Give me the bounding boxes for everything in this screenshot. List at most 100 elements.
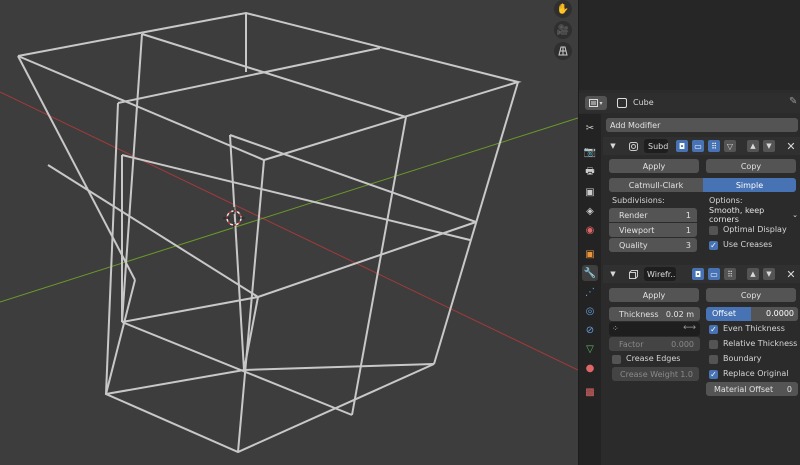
tab-modifiers[interactable]: 🔧 <box>582 265 598 281</box>
tool-icon: ✂ <box>585 122 595 134</box>
uv-smooth-value: Smooth, keep corners <box>709 206 765 224</box>
tab-object[interactable]: ▣ <box>582 246 598 262</box>
replace-original-label: Replace Original <box>723 369 789 378</box>
x-axis-line <box>0 91 578 371</box>
crease-weight-field: Crease Weight 1.0 <box>612 367 699 381</box>
subsurf-copy-button[interactable]: Copy <box>706 159 796 173</box>
uv-smooth-dropdown[interactable]: Smooth, keep corners ⌄ <box>706 206 798 224</box>
quality-label: Quality <box>619 240 648 250</box>
tab-scene[interactable]: ◈ <box>582 203 598 219</box>
object-orange-icon: ▣ <box>585 248 595 260</box>
offset-field[interactable]: Offset 0.0000 <box>706 307 798 321</box>
move-up-icon[interactable]: ▲ <box>747 268 759 280</box>
viewport-label: Viewport <box>619 225 655 235</box>
tab-texture[interactable]: ▩ <box>582 384 598 400</box>
chevron-down-icon: ⌄ <box>792 211 798 219</box>
3d-viewport[interactable]: ✋ 🎥 <box>0 0 578 465</box>
subdivisions-label: Subdivisions: <box>612 196 665 205</box>
realtime-toggle-icon[interactable]: ◘ <box>692 268 704 280</box>
move-down-icon[interactable]: ▼ <box>763 268 775 280</box>
wireframe-copy-button[interactable]: Copy <box>706 288 796 302</box>
tab-particles[interactable]: ⋰ <box>582 284 598 300</box>
editor-type-dropdown[interactable]: ▾ <box>585 96 607 110</box>
viewport-levels-field[interactable]: Viewport 1 <box>609 223 697 237</box>
edit-mode-toggle-icon[interactable]: ⠿ <box>724 268 736 280</box>
render-value: 1 <box>685 210 691 220</box>
catmull-clark-option[interactable]: Catmull-Clark <box>609 178 703 192</box>
even-thickness-label: Even Thickness <box>723 324 785 333</box>
boundary-label: Boundary <box>723 354 762 363</box>
tab-data[interactable]: ▽ <box>582 341 598 357</box>
render-levels-field[interactable]: Render 1 <box>609 208 697 222</box>
subsurf-apply-button[interactable]: Apply <box>609 159 699 173</box>
camera-back-icon: 📷 <box>583 146 597 158</box>
relative-thickness-label: Relative Thickness <box>723 339 798 348</box>
even-thickness-checkbox[interactable]: ✓ <box>709 325 718 334</box>
close-icon[interactable]: ✕ <box>785 140 797 153</box>
wireframe-apply-button[interactable]: Apply <box>609 288 699 302</box>
crease-edges-checkbox[interactable] <box>612 355 621 364</box>
use-creases-checkbox[interactable]: ✓ <box>709 241 718 250</box>
tab-view-layer[interactable]: ▣ <box>582 184 598 200</box>
grid-icon[interactable] <box>554 42 572 60</box>
tab-world[interactable]: ◉ <box>582 222 598 238</box>
material-icon: ● <box>585 362 595 374</box>
render-label: Render <box>619 210 648 220</box>
on-cage-toggle-icon[interactable]: ▽ <box>724 140 736 152</box>
optimal-display-checkbox[interactable] <box>709 226 718 235</box>
options-label: Options: <box>709 196 743 205</box>
material-offset-field[interactable]: Material Offset 0 <box>706 382 798 396</box>
printer-icon: 🖶 <box>585 165 595 177</box>
move-down-icon[interactable]: ▼ <box>763 140 775 152</box>
hand-icon[interactable]: ✋ <box>554 0 572 18</box>
outliner-area <box>579 0 800 90</box>
particles-icon: ⋰ <box>585 286 595 298</box>
realtime-toggle-icon[interactable]: ▭ <box>692 140 704 152</box>
collapse-arrow-icon[interactable]: ▼ <box>607 268 619 280</box>
crease-edges-label: Crease Edges <box>626 354 681 363</box>
render-toggle-icon[interactable]: ⠿ <box>708 140 720 152</box>
invert-arrows-icon[interactable]: ⟷ <box>683 323 696 333</box>
wireframe-icon <box>627 268 639 280</box>
subsurf-icon <box>627 140 639 152</box>
vertex-group-icon: ⁘ <box>612 324 619 333</box>
subsurf-name-field[interactable]: Subd <box>644 139 668 153</box>
y-axis-line <box>0 117 578 303</box>
render-toggle-icon[interactable]: ▭ <box>708 268 720 280</box>
world-icon: ◉ <box>585 224 595 236</box>
tab-material[interactable]: ● <box>582 360 598 376</box>
simple-option[interactable]: Simple <box>703 178 796 192</box>
add-modifier-dropdown[interactable]: Add Modifier <box>606 118 798 132</box>
relative-thickness-checkbox[interactable] <box>709 340 718 349</box>
close-icon[interactable]: ✕ <box>785 268 797 281</box>
wireframe-name-field[interactable]: Wirefr.. <box>644 267 676 281</box>
tab-constraints[interactable]: ⊘ <box>582 322 598 338</box>
tab-render[interactable]: 📷 <box>582 144 598 160</box>
crease-weight-label: Crease Weight <box>620 369 679 379</box>
tab-tool[interactable]: ✂ <box>582 120 598 136</box>
crease-weight-value: 1.0 <box>680 369 693 379</box>
tab-physics[interactable]: ◎ <box>582 303 598 319</box>
image-icon: ▣ <box>585 186 595 198</box>
scene-icon: ◈ <box>586 205 594 217</box>
material-offset-value: 0 <box>786 384 792 394</box>
replace-original-checkbox[interactable]: ✓ <box>709 370 718 379</box>
cube-wireframe <box>17 11 522 454</box>
viewport-scene <box>0 11 578 454</box>
tab-output[interactable]: 🖶 <box>582 164 598 180</box>
camera-icon[interactable]: 🎥 <box>554 21 572 39</box>
edit-mode-toggle-icon[interactable]: ◘ <box>676 140 688 152</box>
move-up-icon[interactable]: ▲ <box>747 140 759 152</box>
quality-field[interactable]: Quality 3 <box>609 238 697 252</box>
constraint-icon: ⊘ <box>585 324 595 336</box>
boundary-checkbox[interactable] <box>709 355 718 364</box>
properties-header: ▾ Cube ✎ <box>579 93 800 113</box>
collapse-arrow-icon[interactable]: ▼ <box>607 140 619 152</box>
modifier-panel: Add Modifier ▼ Subd ◘ ▭ ⠿ ▽ ▲ ▼ ✕ Apply … <box>603 114 800 465</box>
thickness-field[interactable]: Thickness 0.02 m <box>609 307 700 321</box>
properties-editor-icon <box>589 99 599 107</box>
vertex-group-field[interactable]: ⁘ ⟷ <box>609 322 700 336</box>
texture-icon: ▩ <box>585 386 595 398</box>
properties-editor: ▾ Cube ✎ ✂ 📷 🖶 ▣ ◈ ◉ ▣ 🔧 ⋰ ◎ ⊘ ▽ ● ▩ Add… <box>578 0 800 465</box>
pin-icon[interactable]: ✎ <box>789 96 797 107</box>
